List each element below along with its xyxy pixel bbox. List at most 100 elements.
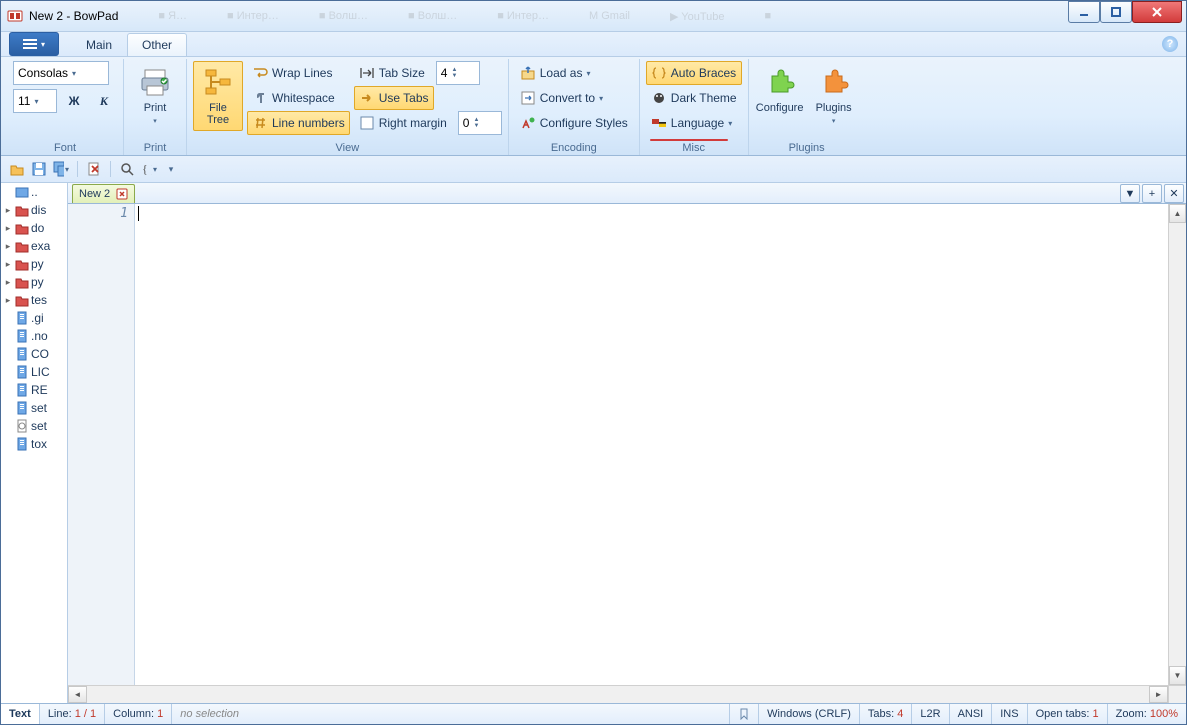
qat-customize-icon[interactable]: ▾ <box>163 161 179 177</box>
group-font: Consolas▾ 11▾ Ж К Font <box>7 59 124 155</box>
filetree-file[interactable]: set <box>1 417 67 435</box>
sb-opentabs[interactable]: Open tabs: 1 <box>1028 704 1108 724</box>
filetree-folder[interactable]: ▸dis <box>1 201 67 219</box>
vertical-scrollbar[interactable]: ▲ ▼ <box>1168 204 1186 685</box>
scroll-down-icon[interactable]: ▼ <box>1169 666 1186 685</box>
linenumbers-button[interactable]: Line numbers <box>247 111 350 135</box>
saveall-icon[interactable]: ▾ <box>53 161 69 177</box>
print-button[interactable]: Print ▾ <box>130 61 180 131</box>
newtab-button[interactable]: + <box>1142 184 1162 203</box>
group-label-print: Print <box>130 140 180 155</box>
arrow-right-icon <box>359 90 375 106</box>
group-misc: Auto Braces Dark Theme Language▾ Misc <box>640 59 749 155</box>
darktheme-label: Dark Theme <box>671 91 737 105</box>
filetree-folder[interactable]: ▸tes <box>1 291 67 309</box>
filetree-folder[interactable]: ▸py <box>1 255 67 273</box>
search-icon[interactable] <box>119 161 135 177</box>
function-icon[interactable]: { }▾ <box>141 161 157 177</box>
bold-button[interactable]: Ж <box>61 89 87 113</box>
group-plugins: Configure Plugins ▾ Plugins <box>749 59 865 155</box>
file-icon <box>15 419 29 433</box>
tabsize-label-ctl: Tab Size <box>354 61 430 85</box>
group-label-misc: Misc <box>646 140 742 155</box>
sb-bookmark[interactable] <box>730 704 759 724</box>
dark-icon <box>651 90 667 106</box>
sb-ovr[interactable]: INS <box>992 704 1027 724</box>
app-menu-button[interactable]: ▾ <box>9 32 59 56</box>
editor: 1 ▲ ▼ <box>68 204 1186 685</box>
filetree-file[interactable]: RE <box>1 381 67 399</box>
closetab-button[interactable]: ✕ <box>1164 184 1184 203</box>
app-icon <box>7 8 23 24</box>
file-icon <box>15 365 29 379</box>
maximize-button[interactable] <box>1100 1 1132 23</box>
rightmargin-toggle[interactable]: Right margin <box>354 111 452 135</box>
folder-icon <box>15 293 29 307</box>
group-label-encoding: Encoding <box>515 140 633 155</box>
filetree-file[interactable]: .no <box>1 327 67 345</box>
titlebar[interactable]: New 2 - BowPad ■ Я…■ Интер…■ Волш…■ Волш… <box>1 1 1186 32</box>
filetree-file[interactable]: set <box>1 399 67 417</box>
ribbon-tab-other[interactable]: Other <box>127 33 187 56</box>
scroll-left-icon[interactable]: ◄ <box>68 686 87 703</box>
text-area[interactable] <box>135 204 1168 685</box>
sb-zoom[interactable]: Zoom: 100% <box>1108 704 1186 724</box>
filetree-root[interactable]: .. <box>1 183 67 201</box>
configurestyles-button[interactable]: Configure Styles <box>515 111 633 135</box>
help-icon[interactable]: ? <box>1162 36 1178 52</box>
font-name-combo[interactable]: Consolas▾ <box>13 61 109 85</box>
file-tree[interactable]: .. ▸dis▸do▸exa▸py▸py▸tes.gi.noCOLICREset… <box>1 183 68 703</box>
cfgstyles-label: Configure Styles <box>540 116 628 130</box>
plugins-button[interactable]: Plugins ▾ <box>809 61 859 131</box>
convertto-button[interactable]: Convert to▾ <box>515 86 633 110</box>
ribbon-tab-main[interactable]: Main <box>71 33 127 56</box>
language-button[interactable]: Language▾ <box>646 111 742 135</box>
closedoc-icon[interactable] <box>86 161 102 177</box>
sb-column[interactable]: Column: 1 <box>105 704 172 724</box>
horizontal-scrollbar[interactable]: ◄ ► <box>68 685 1186 703</box>
filetree-file[interactable]: CO <box>1 345 67 363</box>
sb-line[interactable]: Line: 1 / 1 <box>40 704 105 724</box>
wraplines-button[interactable]: Wrap Lines <box>247 61 350 85</box>
sb-tabs[interactable]: Tabs: 4 <box>860 704 912 724</box>
tabsize-value: 4 <box>441 66 448 80</box>
close-button[interactable] <box>1132 1 1182 23</box>
font-size-combo[interactable]: 11▾ <box>13 89 57 113</box>
filetree-file[interactable]: tox <box>1 435 67 453</box>
filetree-file[interactable]: .gi <box>1 309 67 327</box>
usetabs-button[interactable]: Use Tabs <box>354 86 434 110</box>
sb-selection: no selection <box>172 704 730 724</box>
filetree-folder[interactable]: ▸do <box>1 219 67 237</box>
autobraces-button[interactable]: Auto Braces <box>646 61 742 85</box>
sb-lexer[interactable]: Text <box>1 704 40 724</box>
editor-area: New 2 ▼ + ✕ 1 ▲ ▼ <box>68 183 1186 703</box>
sb-direction[interactable]: L2R <box>912 704 949 724</box>
loadas-button[interactable]: Load as▾ <box>515 61 633 85</box>
save-icon[interactable] <box>31 161 47 177</box>
group-encoding: Load as▾ Convert to▾ Configure Styles En… <box>509 59 640 155</box>
configure-label: Configure <box>756 102 804 114</box>
filetree-button[interactable]: File Tree <box>193 61 243 131</box>
convertto-label: Convert to <box>540 91 595 105</box>
configure-plugins-button[interactable]: Configure <box>755 61 805 119</box>
whitespace-button[interactable]: Whitespace <box>247 86 350 110</box>
italic-button[interactable]: К <box>91 89 117 113</box>
scroll-right-icon[interactable]: ► <box>1149 686 1168 703</box>
filetree-folder[interactable]: ▸exa <box>1 237 67 255</box>
editor-tab[interactable]: New 2 <box>72 184 135 203</box>
darktheme-button[interactable]: Dark Theme <box>646 86 742 110</box>
convert-icon <box>520 90 536 106</box>
tabsize-spinner[interactable]: 4 ▲▼ <box>436 61 480 85</box>
tab-close-icon[interactable] <box>116 188 128 200</box>
scroll-up-icon[interactable]: ▲ <box>1169 204 1186 223</box>
filetree-file[interactable]: LIC <box>1 363 67 381</box>
open-icon[interactable] <box>9 161 25 177</box>
sb-encoding[interactable]: ANSI <box>950 704 993 724</box>
filetree-folder[interactable]: ▸py <box>1 273 67 291</box>
language-label: Language <box>671 116 724 130</box>
sb-eol[interactable]: Windows (CRLF) <box>759 704 860 724</box>
rightmargin-value: 0 <box>463 116 470 130</box>
rightmargin-spinner[interactable]: 0 ▲▼ <box>458 111 502 135</box>
minimize-button[interactable] <box>1068 1 1100 23</box>
tablist-button[interactable]: ▼ <box>1120 184 1140 203</box>
